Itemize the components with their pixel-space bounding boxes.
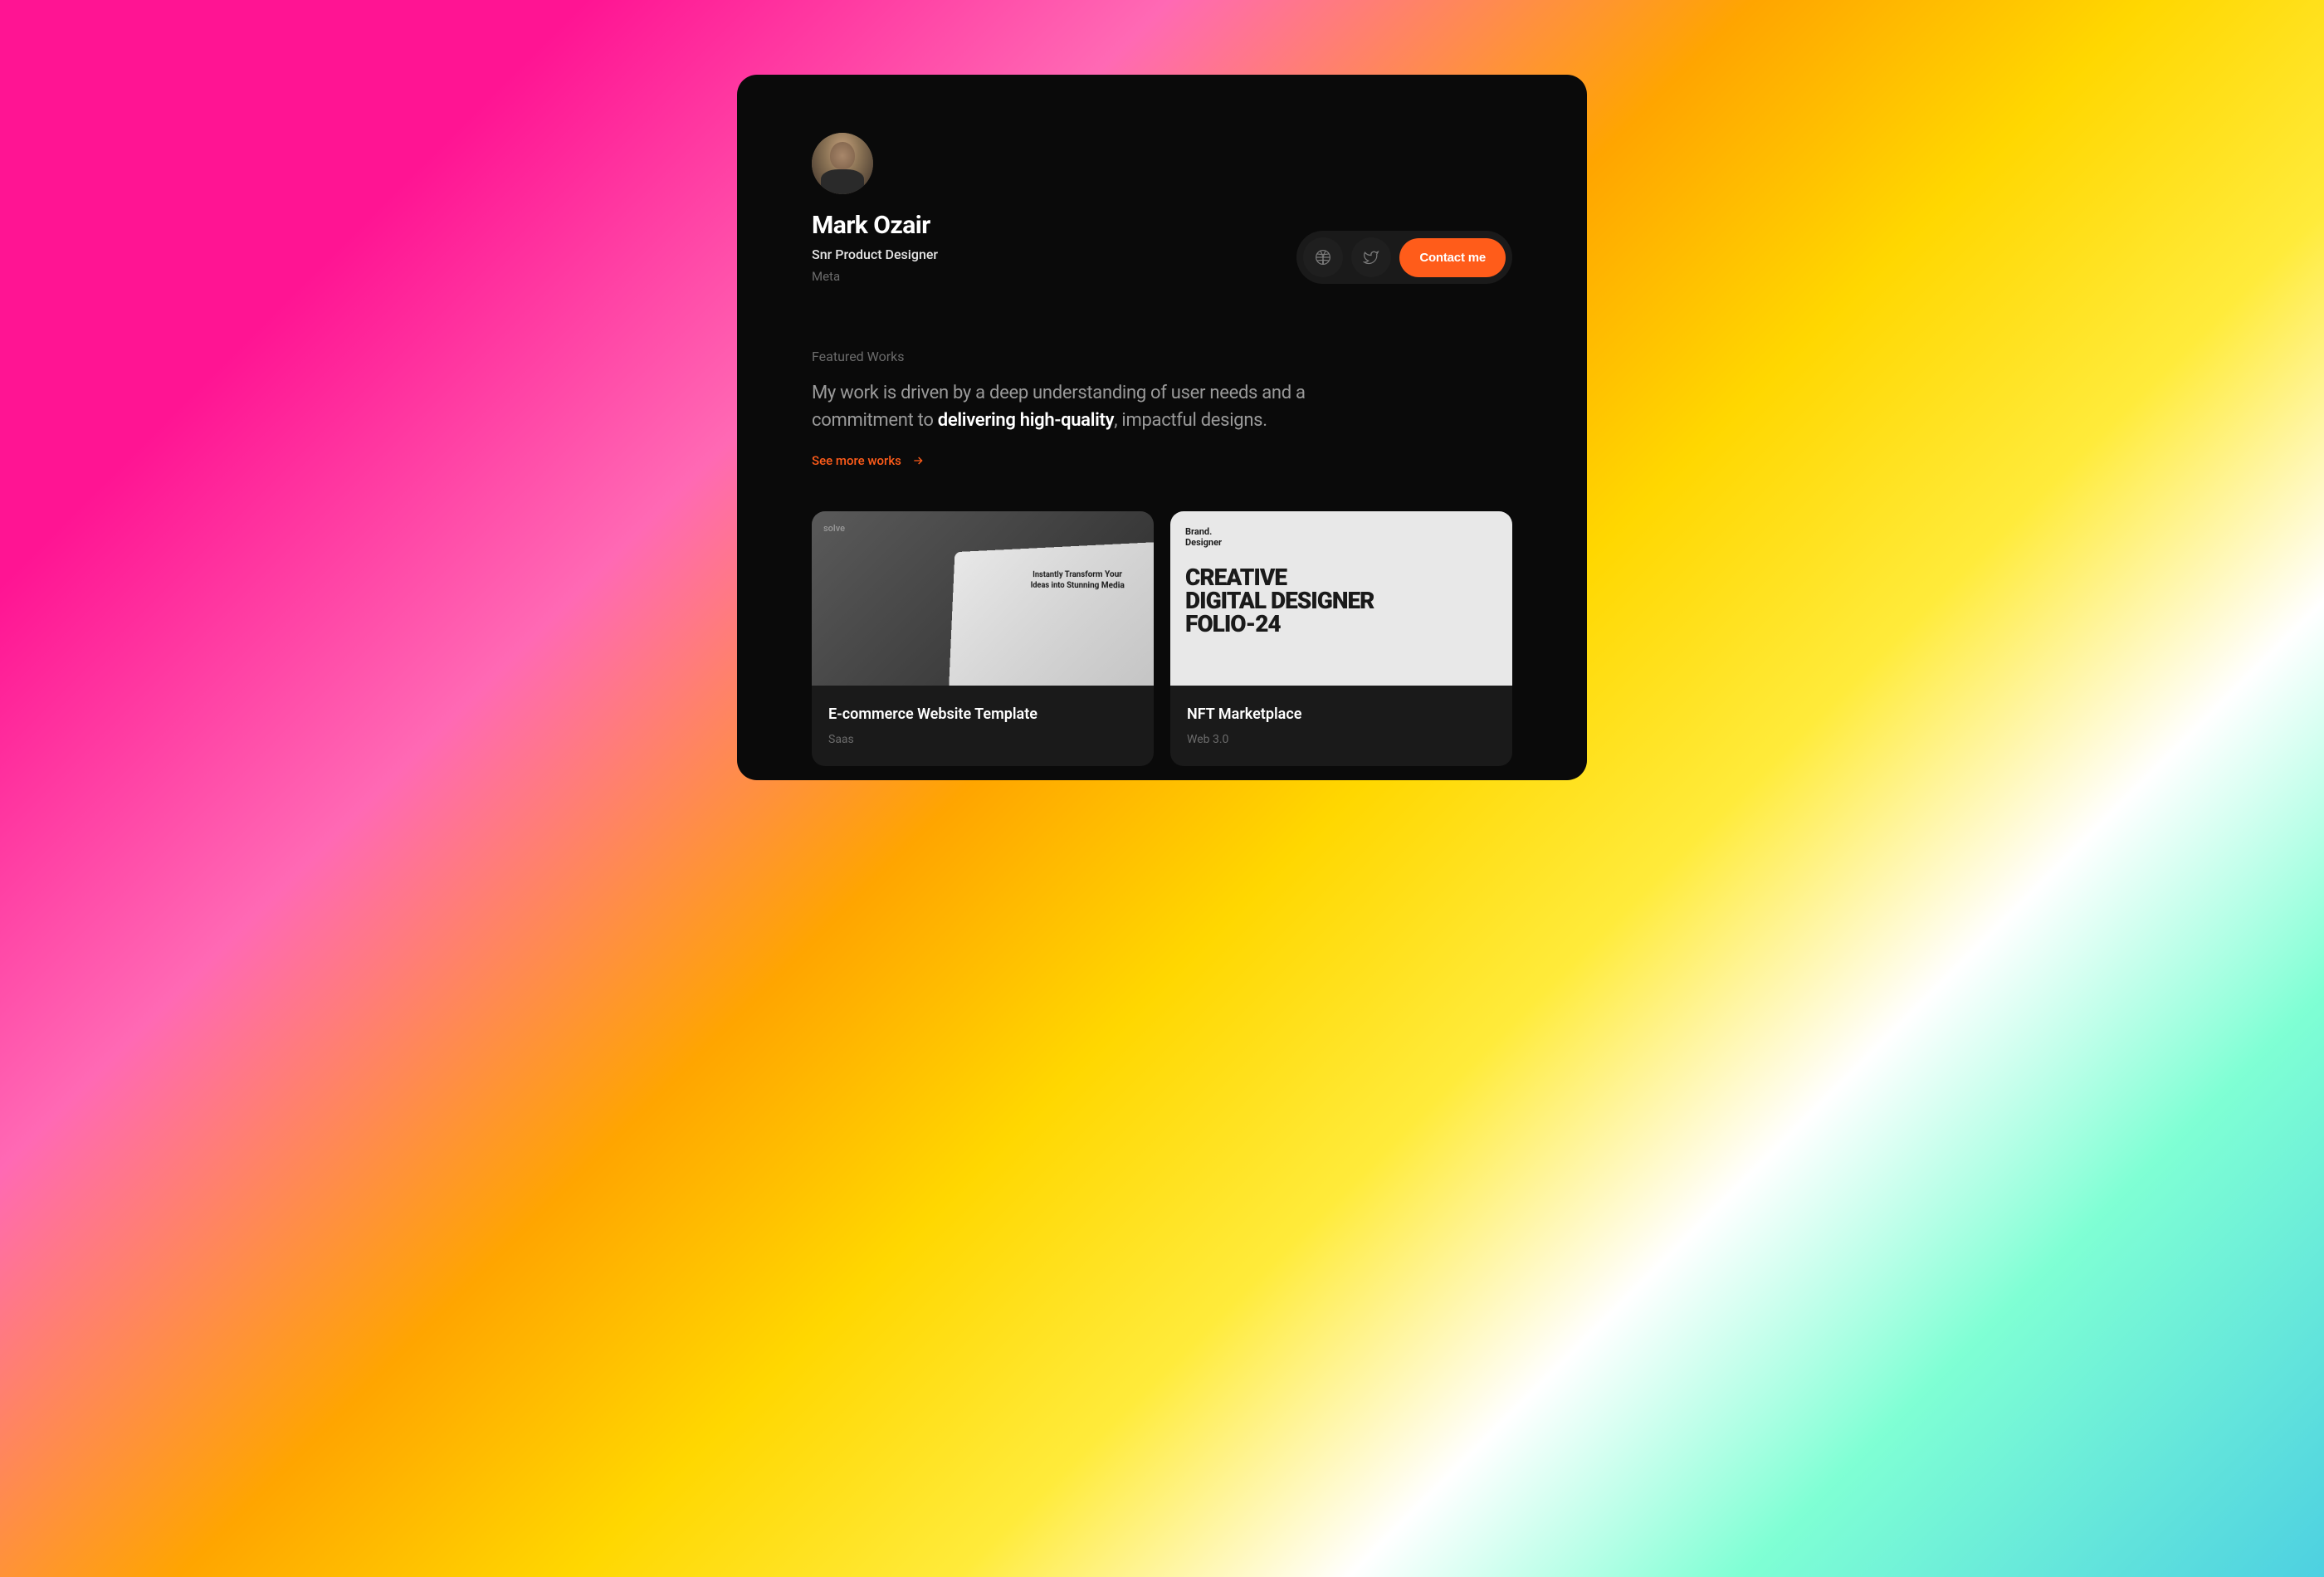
profile-info: Mark Ozair Snr Product Designer Meta <box>812 133 938 284</box>
twitter-button[interactable] <box>1351 237 1391 277</box>
actions-bar: Contact me <box>1296 231 1512 284</box>
profile-name: Mark Ozair <box>812 211 938 240</box>
work-thumbnail-1: solve <box>812 511 1154 686</box>
profile-title: Snr Product Designer <box>812 247 938 262</box>
work-card-2[interactable]: Brand. Designer CREATIVE DIGITAL DESIGNE… <box>1170 511 1512 766</box>
works-section: Featured Works My work is driven by a de… <box>812 349 1512 766</box>
dribbble-icon <box>1315 249 1331 266</box>
work-info-1: E-commerce Website Template Saas <box>812 686 1154 766</box>
work-title-1: E-commerce Website Template <box>828 706 1137 723</box>
profile-card: Mark Ozair Snr Product Designer Meta <box>737 75 1587 780</box>
work-thumbnail-2: Brand. Designer CREATIVE DIGITAL DESIGNE… <box>1170 511 1512 686</box>
thumb-2-brand: Brand. Designer <box>1185 526 1497 548</box>
profile-company: Meta <box>812 269 938 284</box>
see-more-link[interactable]: See more works <box>812 453 925 468</box>
section-description: My work is driven by a deep understandin… <box>812 379 1401 434</box>
dribbble-button[interactable] <box>1303 237 1343 277</box>
contact-button[interactable]: Contact me <box>1399 238 1506 277</box>
description-part2: , impactful designs. <box>1114 410 1267 431</box>
see-more-label: See more works <box>812 453 901 468</box>
work-card-1[interactable]: solve E-commerce Website Template Saas <box>812 511 1154 766</box>
work-title-2: NFT Marketplace <box>1187 706 1496 723</box>
work-category-2: Web 3.0 <box>1187 733 1496 746</box>
section-label: Featured Works <box>812 349 1512 364</box>
avatar[interactable] <box>812 133 873 194</box>
work-category-1: Saas <box>828 733 1137 746</box>
description-highlight: delivering high-quality <box>938 410 1115 431</box>
works-grid: solve E-commerce Website Template Saas B… <box>812 511 1512 766</box>
twitter-icon <box>1363 249 1379 266</box>
arrow-right-icon <box>911 454 925 467</box>
header-row: Mark Ozair Snr Product Designer Meta <box>812 133 1512 284</box>
work-info-2: NFT Marketplace Web 3.0 <box>1170 686 1512 766</box>
thumb-1-label: solve <box>823 523 845 534</box>
thumb-2-headline: CREATIVE DIGITAL DESIGNER FOLIO-24 <box>1185 566 1497 636</box>
